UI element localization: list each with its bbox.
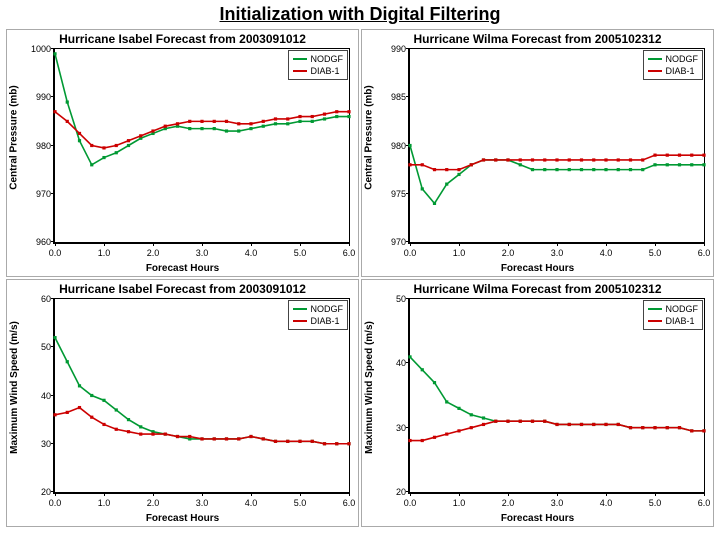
y-tick-label: 20 bbox=[25, 487, 51, 497]
y-tick-label: 980 bbox=[380, 141, 406, 151]
y-tick-label: 30 bbox=[25, 439, 51, 449]
chart-title: Hurricane Wilma Forecast from 2005102312 bbox=[362, 282, 713, 296]
chart-title: Hurricane Isabel Forecast from 200309101… bbox=[7, 32, 358, 46]
y-tick-label: 960 bbox=[25, 237, 51, 247]
x-axis-label: Forecast Hours bbox=[362, 263, 713, 274]
legend-swatch-icon bbox=[648, 70, 662, 72]
chart-panel-1: Hurricane Wilma Forecast from 2005102312… bbox=[361, 29, 714, 277]
y-tick-label: 985 bbox=[380, 92, 406, 102]
x-axis-label: Forecast Hours bbox=[362, 513, 713, 524]
legend-swatch-icon bbox=[293, 320, 307, 322]
x-tick-label: 0.0 bbox=[49, 248, 62, 258]
legend-swatch-icon bbox=[648, 308, 662, 310]
x-tick-label: 4.0 bbox=[245, 248, 258, 258]
legend-item-nodgf: NODGF bbox=[293, 53, 344, 65]
legend-swatch-icon bbox=[648, 320, 662, 322]
legend-item-nodgf: NODGF bbox=[293, 303, 344, 315]
y-tick-label: 20 bbox=[380, 487, 406, 497]
legend-swatch-icon bbox=[293, 58, 307, 60]
chart-title: Hurricane Isabel Forecast from 200309101… bbox=[7, 282, 358, 296]
x-tick-label: 2.0 bbox=[502, 498, 515, 508]
chart-panel-3: Hurricane Wilma Forecast from 2005102312… bbox=[361, 279, 714, 527]
x-tick-label: 6.0 bbox=[698, 498, 711, 508]
y-tick-label: 975 bbox=[380, 189, 406, 199]
y-tick-label: 30 bbox=[380, 423, 406, 433]
chart-grid: Hurricane Isabel Forecast from 200309101… bbox=[0, 27, 720, 533]
legend: NODGF DIAB-1 bbox=[288, 50, 349, 80]
x-tick-label: 3.0 bbox=[551, 248, 564, 258]
y-tick-label: 40 bbox=[380, 358, 406, 368]
legend-item-diab1: DIAB-1 bbox=[293, 65, 344, 77]
x-tick-label: 4.0 bbox=[600, 498, 613, 508]
y-tick-label: 970 bbox=[25, 189, 51, 199]
y-tick-label: 50 bbox=[25, 342, 51, 352]
x-tick-label: 2.0 bbox=[147, 498, 160, 508]
x-tick-label: 4.0 bbox=[245, 498, 258, 508]
y-tick-label: 970 bbox=[380, 237, 406, 247]
x-tick-label: 3.0 bbox=[551, 498, 564, 508]
y-tick-label: 60 bbox=[25, 294, 51, 304]
y-tick-label: 1000 bbox=[25, 44, 51, 54]
page-title: Initialization with Digital Filtering bbox=[0, 0, 720, 27]
y-axis-label: Central Pressure (mb) bbox=[7, 30, 21, 244]
x-axis-label: Forecast Hours bbox=[7, 263, 358, 274]
legend-swatch-icon bbox=[293, 308, 307, 310]
x-axis-label: Forecast Hours bbox=[7, 513, 358, 524]
x-tick-label: 1.0 bbox=[98, 498, 111, 508]
y-axis-label: Central Pressure (mb) bbox=[362, 30, 376, 244]
legend: NODGF DIAB-1 bbox=[288, 300, 349, 330]
legend: NODGF DIAB-1 bbox=[643, 50, 704, 80]
x-tick-label: 5.0 bbox=[294, 498, 307, 508]
chart-panel-0: Hurricane Isabel Forecast from 200309101… bbox=[6, 29, 359, 277]
legend-item-diab1: DIAB-1 bbox=[648, 315, 699, 327]
x-tick-label: 1.0 bbox=[453, 248, 466, 258]
x-tick-label: 5.0 bbox=[649, 498, 662, 508]
x-tick-label: 3.0 bbox=[196, 248, 209, 258]
x-tick-label: 0.0 bbox=[49, 498, 62, 508]
legend-item-nodgf: NODGF bbox=[648, 53, 699, 65]
legend-item-diab1: DIAB-1 bbox=[648, 65, 699, 77]
legend: NODGF DIAB-1 bbox=[643, 300, 704, 330]
y-tick-label: 990 bbox=[380, 44, 406, 54]
x-tick-label: 1.0 bbox=[98, 248, 111, 258]
legend-swatch-icon bbox=[648, 58, 662, 60]
x-tick-label: 5.0 bbox=[294, 248, 307, 258]
x-tick-label: 2.0 bbox=[502, 248, 515, 258]
y-tick-label: 40 bbox=[25, 391, 51, 401]
x-tick-label: 0.0 bbox=[404, 248, 417, 258]
y-axis-label: Maximum Wind Speed (m/s) bbox=[362, 280, 376, 494]
x-tick-label: 0.0 bbox=[404, 498, 417, 508]
x-tick-label: 6.0 bbox=[698, 248, 711, 258]
x-tick-label: 2.0 bbox=[147, 248, 160, 258]
y-tick-label: 980 bbox=[25, 141, 51, 151]
chart-panel-2: Hurricane Isabel Forecast from 200309101… bbox=[6, 279, 359, 527]
x-tick-label: 4.0 bbox=[600, 248, 613, 258]
chart-title: Hurricane Wilma Forecast from 2005102312 bbox=[362, 32, 713, 46]
legend-swatch-icon bbox=[293, 70, 307, 72]
x-tick-label: 3.0 bbox=[196, 498, 209, 508]
x-tick-label: 1.0 bbox=[453, 498, 466, 508]
legend-item-nodgf: NODGF bbox=[648, 303, 699, 315]
y-tick-label: 990 bbox=[25, 92, 51, 102]
x-tick-label: 5.0 bbox=[649, 248, 662, 258]
x-tick-label: 6.0 bbox=[343, 248, 356, 258]
legend-item-diab1: DIAB-1 bbox=[293, 315, 344, 327]
y-axis-label: Maximum Wind Speed (m/s) bbox=[7, 280, 21, 494]
x-tick-label: 6.0 bbox=[343, 498, 356, 508]
y-tick-label: 50 bbox=[380, 294, 406, 304]
